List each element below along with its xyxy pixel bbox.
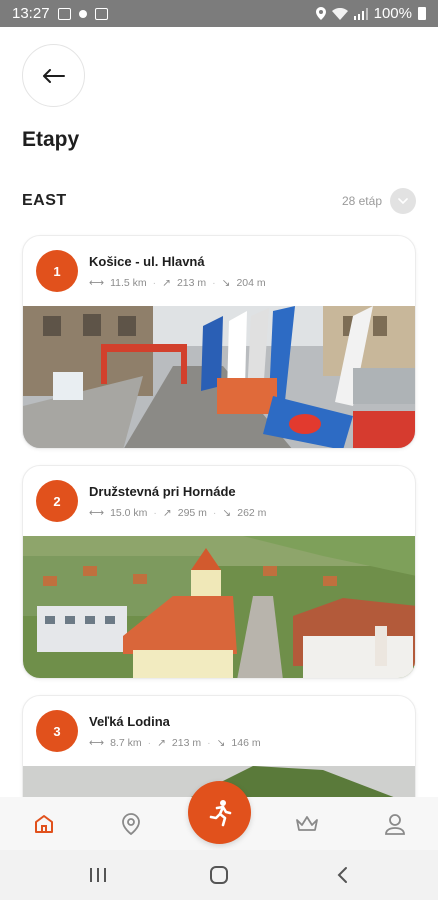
distance-icon: ⟷ bbox=[89, 737, 105, 749]
descent-icon: ↘ bbox=[222, 507, 232, 519]
location-icon bbox=[315, 7, 326, 20]
nav-leaderboard[interactable] bbox=[292, 809, 322, 839]
stage-stats: ⟷ 8.7 km · ↗ 213 m · ↘ 146 m bbox=[89, 737, 261, 749]
stage-distance: 11.5 km bbox=[110, 277, 147, 289]
stage-number-badge: 1 bbox=[36, 250, 78, 292]
nav-map[interactable] bbox=[116, 809, 146, 839]
stage-photo bbox=[23, 536, 415, 678]
ascent-icon: ↗ bbox=[162, 277, 171, 289]
recent-apps-button[interactable] bbox=[86, 864, 110, 886]
chevron-left-icon bbox=[337, 867, 347, 883]
stage-stats: ⟷ 15.0 km · ↗ 295 m · ↘ 262 m bbox=[89, 507, 267, 519]
status-time: 13:27 bbox=[12, 5, 50, 22]
stage-name: Družstevná pri Hornáde bbox=[89, 484, 236, 499]
stage-name: Veľká Lodina bbox=[89, 714, 170, 729]
stage-number-badge: 2 bbox=[36, 480, 78, 522]
stage-ascent: 213 m bbox=[176, 277, 207, 289]
battery-percent: 100% bbox=[373, 5, 412, 22]
wifi-icon bbox=[331, 7, 348, 20]
recent-apps-icon bbox=[90, 868, 106, 882]
expand-section-button[interactable] bbox=[390, 188, 416, 214]
message-notification-icon bbox=[94, 7, 108, 20]
user-icon bbox=[385, 814, 405, 835]
crown-icon bbox=[296, 816, 318, 831]
stage-descent: 262 m bbox=[237, 507, 267, 519]
home-system-button[interactable] bbox=[207, 864, 231, 886]
stage-distance: 15.0 km bbox=[110, 507, 148, 519]
nav-home[interactable] bbox=[29, 809, 59, 839]
map-pin-icon bbox=[122, 813, 140, 836]
stage-stats: ⟷ 11.5 km · ↗ 213 m · ↘ 204 m bbox=[89, 277, 266, 289]
nav-profile[interactable] bbox=[380, 809, 410, 839]
stage-name: Košice - ul. Hlavná bbox=[89, 254, 205, 269]
stage-card[interactable]: 2 Družstevná pri Hornáde ⟷ 15.0 km · ↗ 2… bbox=[22, 465, 416, 679]
stage-number-badge: 3 bbox=[36, 710, 78, 752]
stage-ascent: 213 m bbox=[171, 737, 202, 749]
stage-ascent: 295 m bbox=[177, 507, 207, 519]
arrow-left-icon bbox=[42, 68, 65, 83]
stage-photo bbox=[23, 306, 415, 448]
home-icon bbox=[35, 815, 53, 833]
back-system-button[interactable] bbox=[330, 864, 354, 886]
app-notification-icon bbox=[78, 9, 87, 18]
gallery-notification-icon bbox=[57, 7, 71, 20]
system-nav-bar bbox=[0, 850, 438, 900]
distance-icon: ⟷ bbox=[89, 507, 105, 519]
stage-count: 28 etáp bbox=[341, 194, 382, 208]
start-run-button[interactable] bbox=[188, 781, 251, 844]
section-header: EAST 28 etáp bbox=[22, 186, 416, 216]
chevron-down-icon bbox=[398, 198, 408, 204]
section-title: EAST bbox=[22, 192, 67, 209]
ascent-icon: ↗ bbox=[157, 737, 166, 749]
descent-icon: ↘ bbox=[221, 277, 231, 289]
page-title: Etapy bbox=[22, 128, 80, 151]
signal-icon bbox=[353, 7, 368, 20]
ascent-icon: ↗ bbox=[162, 507, 172, 519]
distance-icon: ⟷ bbox=[89, 277, 105, 289]
runner-icon bbox=[209, 799, 231, 826]
stage-card[interactable]: 1 Košice - ul. Hlavná ⟷ 11.5 km · ↗ 213 … bbox=[22, 235, 416, 449]
battery-icon bbox=[418, 7, 426, 20]
back-button[interactable] bbox=[22, 44, 85, 107]
descent-icon: ↘ bbox=[216, 737, 226, 749]
stage-descent: 146 m bbox=[231, 737, 261, 749]
status-bar: 13:27 100% bbox=[0, 0, 438, 27]
home-system-icon bbox=[210, 866, 228, 884]
stage-distance: 8.7 km bbox=[110, 737, 142, 749]
stage-descent: 204 m bbox=[236, 277, 266, 289]
